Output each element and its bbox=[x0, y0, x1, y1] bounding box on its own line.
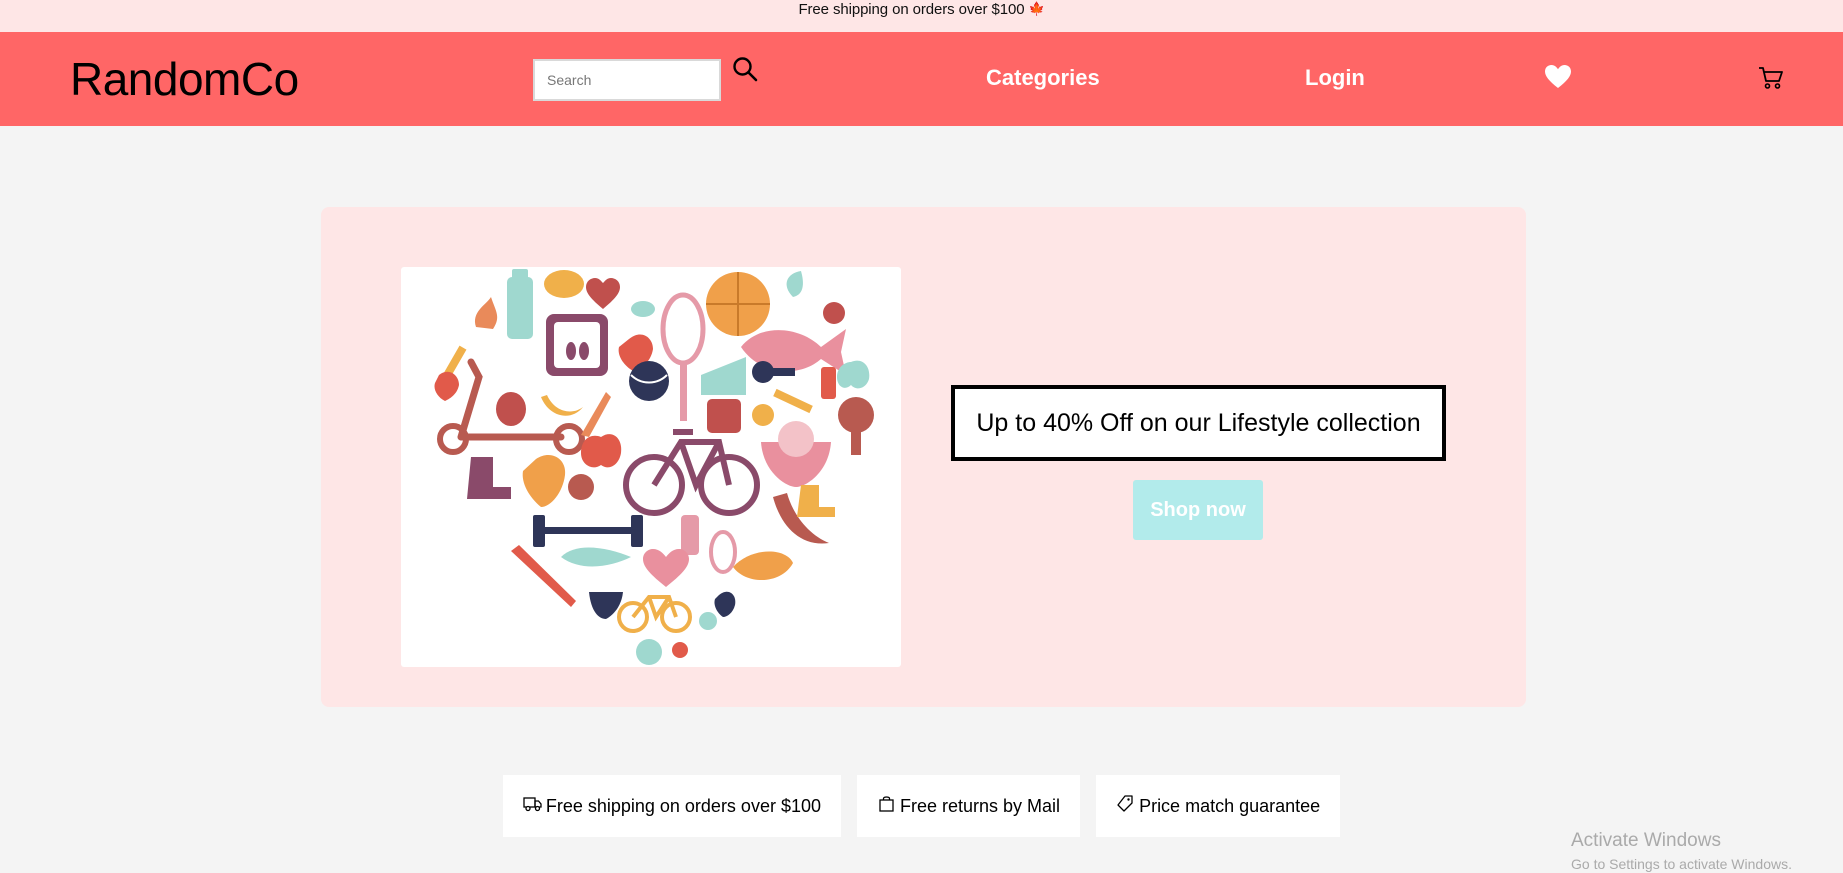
watermark-title: Activate Windows bbox=[1571, 830, 1721, 851]
shop-now-button[interactable]: Shop now bbox=[1133, 480, 1263, 540]
football-icon bbox=[733, 551, 793, 581]
flame-icon bbox=[474, 297, 498, 329]
lemon-icon bbox=[544, 270, 584, 298]
perk-price-match: Price match guarantee bbox=[1096, 775, 1341, 837]
hero-image-lifestyle-heart bbox=[401, 267, 901, 667]
broccoli-brown-icon bbox=[568, 474, 594, 500]
dumbbell-yellow-icon bbox=[773, 388, 813, 414]
perk-label: Free shipping on orders over $100 bbox=[545, 795, 821, 816]
perk-free-returns: Free returns by Mail bbox=[857, 775, 1081, 837]
bottle-red-icon bbox=[821, 367, 836, 399]
lime-round-icon bbox=[699, 612, 717, 630]
orange-icon bbox=[752, 404, 774, 426]
tomato-small-icon bbox=[672, 642, 688, 658]
scale-small-icon bbox=[707, 399, 741, 433]
cheese-icon bbox=[701, 357, 746, 395]
apple-red-icon bbox=[581, 434, 622, 468]
strawberry-left-icon bbox=[434, 371, 459, 401]
lime-icon bbox=[631, 301, 655, 317]
watermark-subtitle: Go to Settings to activate Windows. bbox=[1571, 856, 1792, 872]
tape-teal-icon bbox=[561, 547, 631, 567]
broccoli-teal-icon bbox=[636, 639, 662, 665]
perks-row: Free shipping on orders over $100 Free r… bbox=[0, 775, 1843, 837]
cart-icon[interactable] bbox=[1758, 66, 1784, 90]
strawberry-dark-icon bbox=[714, 591, 736, 617]
hero-banner: Up to 40% Off on our Lifestyle collectio… bbox=[321, 207, 1526, 707]
tape-icon bbox=[752, 361, 774, 383]
carrot-icon bbox=[581, 392, 611, 437]
dumbbell-icon bbox=[543, 527, 633, 534]
bicycle-yellow-icon bbox=[617, 595, 692, 633]
windows-activation-watermark: Activate Windows Go to Settings to activ… bbox=[1571, 830, 1792, 872]
strawberry-orange-icon bbox=[522, 454, 566, 507]
tag-icon bbox=[1117, 794, 1133, 812]
onion-icon bbox=[496, 392, 526, 426]
promo-headline: Up to 40% Off on our Lifestyle collectio… bbox=[951, 385, 1446, 461]
tomato-icon bbox=[823, 302, 845, 324]
bottle-pink-icon bbox=[681, 515, 699, 555]
skate-icon bbox=[467, 457, 511, 499]
heart-icon[interactable] bbox=[1544, 64, 1572, 90]
racket-small-icon bbox=[709, 530, 737, 574]
perk-label: Price match guarantee bbox=[1139, 795, 1321, 816]
leaf-icon bbox=[786, 271, 803, 297]
bag-icon bbox=[879, 795, 894, 812]
skate-orange-icon bbox=[797, 485, 835, 517]
search-input[interactable] bbox=[533, 59, 721, 101]
banana-icon bbox=[541, 395, 583, 416]
tennis-ball-icon bbox=[629, 361, 669, 401]
logo[interactable]: RandomCo bbox=[70, 52, 299, 106]
lifestyle-heart-illustration bbox=[434, 269, 874, 665]
announcement-text: Free shipping on orders over $100 bbox=[798, 1, 1025, 18]
truck-icon bbox=[523, 796, 542, 811]
nav-login-link[interactable]: Login bbox=[1305, 65, 1365, 91]
perk-free-shipping: Free shipping on orders over $100 bbox=[502, 775, 841, 837]
perk-label: Free returns by Mail bbox=[900, 795, 1061, 816]
bicycle-icon bbox=[623, 429, 760, 516]
maple-leaf-icon: 🍁 bbox=[1028, 1, 1045, 16]
announcement-bar: Free shipping on orders over $100 🍁 bbox=[0, 0, 1843, 32]
heart-pink-icon bbox=[643, 549, 689, 587]
heartbeat-icon bbox=[586, 278, 620, 309]
nav-categories-link[interactable]: Categories bbox=[986, 65, 1100, 91]
bottle-icon bbox=[507, 269, 533, 339]
search-icon[interactable] bbox=[732, 56, 758, 82]
racket-icon bbox=[660, 292, 706, 366]
